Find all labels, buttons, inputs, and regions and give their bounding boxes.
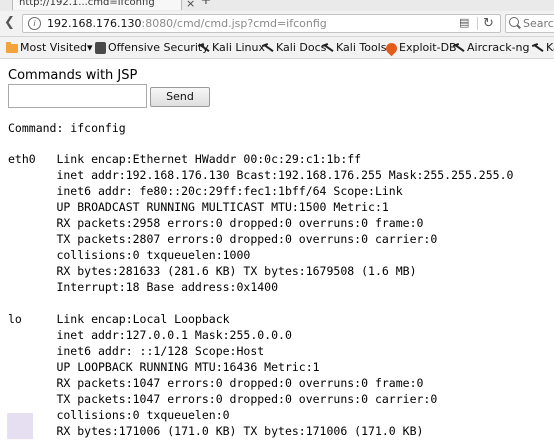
close-tab-icon[interactable]: × (186, 0, 195, 10)
form-title: Commands with JSP (8, 68, 138, 83)
bookmark-kali-docs[interactable]: Kali Docs (262, 41, 326, 55)
site-info-icon[interactable]: i (28, 17, 41, 30)
bookmark-label: Kali Tools (336, 41, 387, 54)
output-line: lo Link encap:Local Loopback (8, 312, 230, 326)
browser-tab[interactable]: http://192.1...cmd=ifconfig (12, 0, 182, 10)
bookmark-label: Most Visited (20, 41, 87, 54)
url-bar[interactable]: i 192.168.176.130:8080/cmd/cmd.jsp?cmd=i… (22, 14, 501, 33)
kali-icon (532, 42, 544, 54)
bookmark-label: Offensive Security (108, 41, 209, 54)
bookmark-label: Kali Docs (276, 41, 327, 54)
output-line: TX packets:1047 errors:0 dropped:0 overr… (8, 392, 438, 406)
output-line: TX packets:2807 errors:0 dropped:0 overr… (8, 232, 438, 246)
navigation-bar: ❮ i 192.168.176.130:8080/cmd/cmd.jsp?cmd… (0, 11, 554, 37)
output-line: UP BROADCAST RUNNING MULTICAST MTU:1500 … (8, 200, 389, 214)
bookmark-most-visited[interactable]: Most Visited▾ (6, 41, 92, 55)
reload-icon[interactable]: ↻ (483, 16, 494, 31)
command-output: eth0 Link encap:Ethernet HWaddr 00:0c:29… (8, 151, 513, 439)
search-icon (509, 17, 519, 27)
output-line: RX packets:1047 errors:0 dropped:0 overr… (8, 376, 424, 390)
back-arrow-icon[interactable]: ❮ (4, 15, 17, 31)
bookmark-aircrack-ng[interactable]: Aircrack-ng (453, 41, 530, 55)
kali-icon (198, 42, 210, 54)
kali-icon (262, 42, 274, 54)
send-button[interactable]: Send (150, 87, 210, 107)
output-line: inet6 addr: fe80::20c:29ff:fec1:1bff/64 … (8, 184, 403, 198)
output-line: inet6 addr: ::1/128 Scope:Host (8, 344, 265, 358)
output-line: collisions:0 txqueuelen:0 (8, 408, 230, 422)
kali-icon (322, 42, 334, 54)
output-line: RX packets:2958 errors:0 dropped:0 overr… (8, 216, 424, 230)
bookmarks-toolbar: Most Visited▾ Offensive Security Kali Li… (0, 37, 554, 59)
reader-view-icon[interactable]: ▤ (459, 17, 473, 29)
output-line: inet addr:127.0.0.1 Mask:255.0.0.0 (8, 328, 292, 342)
output-line: collisions:0 txqueuelen:1000 (8, 248, 251, 262)
bookmark-exploit-db[interactable]: Exploit-DB (383, 40, 457, 57)
output-line: eth0 Link encap:Ethernet HWaddr 00:0c:29… (8, 152, 362, 166)
search-placeholder: Search (523, 17, 554, 30)
bookmark-kali-tools[interactable]: Kali Tools (322, 41, 386, 55)
url-host: 192.168.176.130 (47, 17, 142, 30)
url-path: :8080/cmd/cmd.jsp?cmd=ifconfig (141, 17, 327, 30)
command-echo: Command: ifconfig (8, 121, 126, 135)
tab-title: http://192.1...cmd=ifconfig (19, 0, 155, 8)
url-divider (477, 17, 478, 30)
kali-icon (453, 42, 465, 54)
output-line: Interrupt:18 Base address:0x1400 (8, 280, 279, 294)
offsec-icon (95, 42, 106, 54)
bookmark-label: Exploit-DB (399, 41, 457, 54)
folder-icon (6, 42, 18, 53)
search-bar[interactable]: Search (505, 14, 554, 33)
new-tab-button[interactable]: + (197, 0, 215, 9)
output-line: UP LOOPBACK RUNNING MTU:16436 Metric:1 (8, 360, 320, 374)
dropdown-arrow-icon: ▾ (86, 41, 93, 54)
output-line: RX bytes:281633 (281.6 KB) TX bytes:1679… (8, 264, 417, 278)
tab-strip: http://192.1...cmd=ifconfig × + (0, 0, 554, 11)
bookmark-label: Kali (546, 41, 554, 54)
bookmark-kali[interactable]: Kali (532, 41, 554, 55)
url-text[interactable]: 192.168.176.130:8080/cmd/cmd.jsp?cmd=ifc… (47, 17, 327, 31)
output-line: RX bytes:171006 (171.0 KB) TX bytes:1710… (8, 424, 424, 438)
command-input[interactable] (8, 84, 147, 108)
bookmark-label: Kali Linux (212, 41, 266, 54)
output-line: inet addr:192.168.176.130 Bcast:192.168.… (8, 168, 514, 182)
exploit-db-icon (383, 40, 400, 57)
bookmark-label: Aircrack-ng (467, 41, 530, 54)
bookmark-kali-linux[interactable]: Kali Linux (198, 41, 265, 55)
bookmark-offensive-security[interactable]: Offensive Security (95, 41, 209, 55)
watermark-logo: ■ (4, 404, 37, 444)
